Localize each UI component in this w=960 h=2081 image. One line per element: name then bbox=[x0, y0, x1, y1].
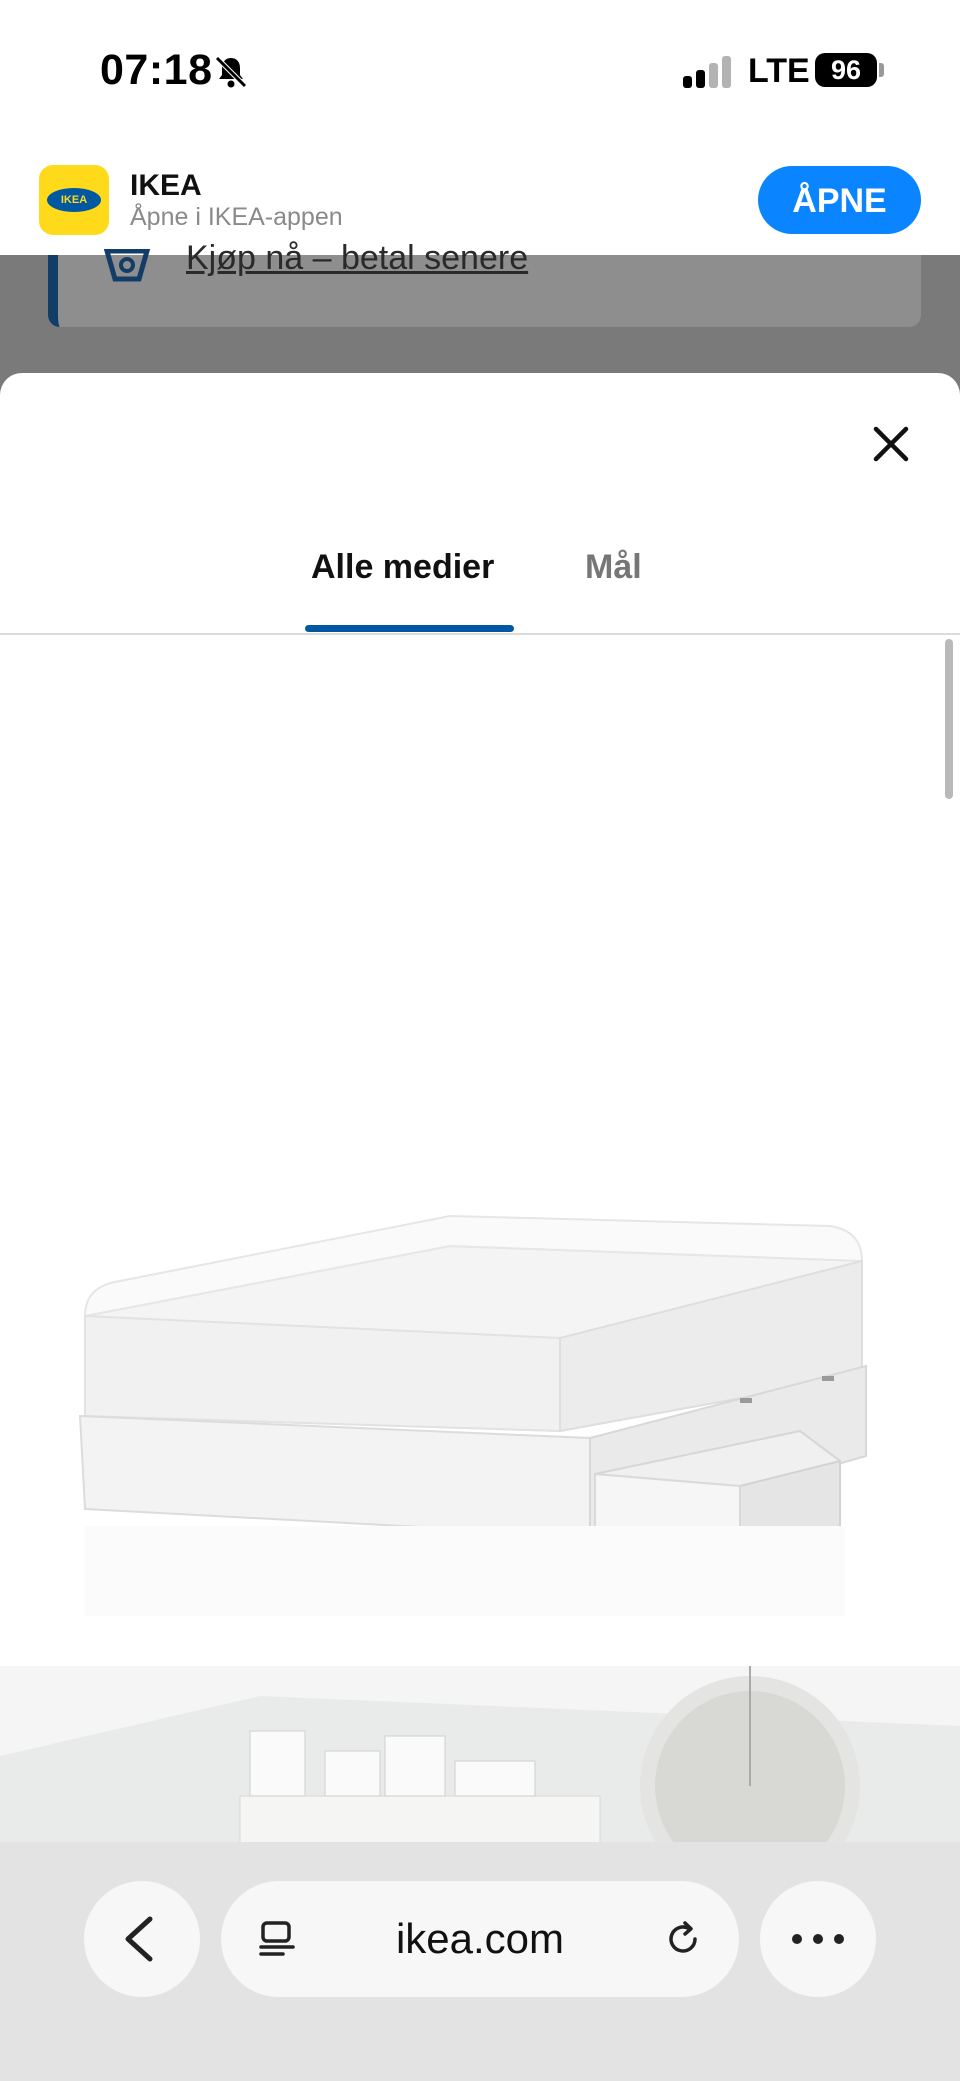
payment-badge-icon bbox=[103, 249, 151, 282]
clock: 07:18 bbox=[100, 46, 213, 94]
more-options-button[interactable] bbox=[760, 1881, 876, 1997]
reload-icon[interactable] bbox=[661, 1917, 705, 1961]
payment-info-card: Kjøp nå – betal senere bbox=[48, 239, 921, 327]
media-modal: Alle medier Mål bbox=[0, 373, 960, 1843]
app-subtitle: Åpne i IKEA-appen bbox=[130, 203, 343, 231]
battery-tip bbox=[879, 63, 884, 77]
back-button[interactable] bbox=[84, 1881, 200, 1997]
chevron-left-icon bbox=[125, 1916, 153, 1962]
cellular-signal-icon bbox=[683, 56, 731, 88]
network-type: LTE bbox=[748, 52, 810, 90]
app-name: IKEA bbox=[130, 169, 202, 202]
address-bar[interactable]: ikea.com bbox=[221, 1881, 739, 1997]
status-bar: 07:18 LTE 96 bbox=[0, 0, 960, 143]
tab-dimensions[interactable]: Mål bbox=[585, 548, 642, 587]
close-icon[interactable] bbox=[868, 421, 914, 467]
product-image-bed-frame bbox=[78, 1214, 867, 1616]
media-gallery[interactable] bbox=[0, 636, 960, 1843]
ikea-app-icon[interactable]: IKEA bbox=[39, 165, 109, 235]
page-backdrop: Kjøp nå – betal senere bbox=[0, 239, 960, 375]
scrollbar[interactable] bbox=[945, 639, 953, 799]
active-tab-indicator bbox=[305, 625, 514, 632]
ellipsis-icon bbox=[792, 1934, 844, 1944]
ikea-logo-text: IKEA bbox=[60, 194, 88, 206]
media-tabs: Alle medier Mål bbox=[0, 548, 960, 635]
buy-now-pay-later-link[interactable]: Kjøp nå – betal senere bbox=[186, 239, 528, 278]
open-app-button[interactable]: ÅPNE bbox=[758, 166, 921, 234]
battery-icon: 96 bbox=[815, 53, 877, 87]
tab-all-media[interactable]: Alle medier bbox=[311, 548, 494, 587]
room-lifestyle-photo bbox=[0, 1666, 960, 1843]
browser-toolbar: ikea.com bbox=[0, 1842, 960, 2081]
silent-bell-icon bbox=[215, 56, 247, 88]
